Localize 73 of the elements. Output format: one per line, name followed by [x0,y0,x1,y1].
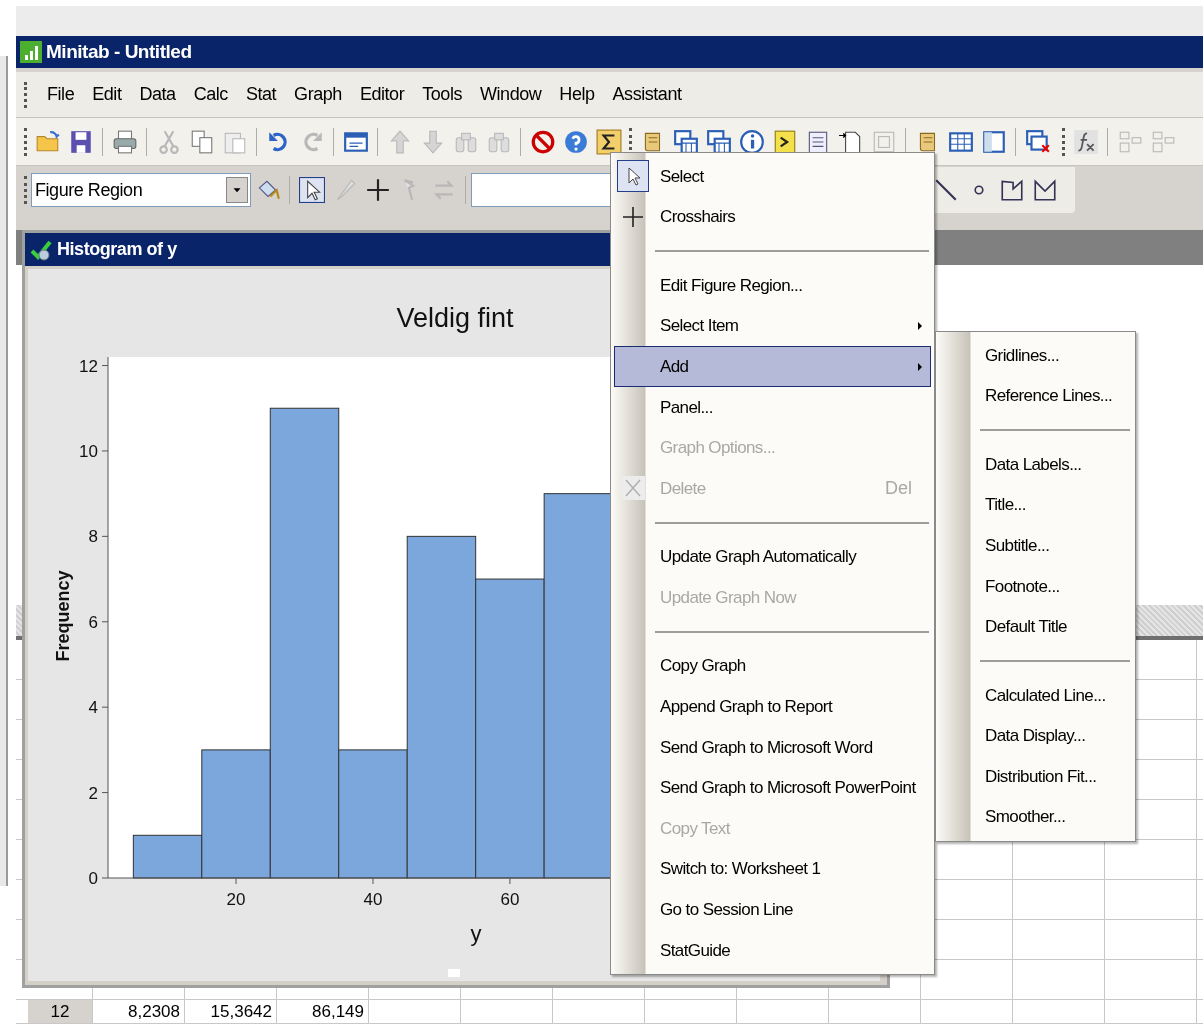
chart-title: Veldig fint [396,303,514,333]
menu-item[interactable]: Data Display... [939,715,1132,757]
menu-item[interactable]: StatGuide [614,930,931,971]
help-icon[interactable] [562,128,589,155]
menu-item[interactable]: Append Graph to Report [614,686,931,728]
menu-item[interactable]: Update Graph Automatically [614,536,931,578]
menu-item[interactable]: Subtitle... [939,525,1132,566]
sigma-icon[interactable] [595,128,622,155]
menu-item[interactable]: Calculated Line... [939,675,1132,716]
polygon-icon[interactable] [998,177,1025,203]
panel-icon[interactable] [980,128,1007,155]
window-title: Minitab - Untitled [46,39,192,64]
menu-item[interactable]: File [47,81,75,108]
info-icon[interactable] [738,128,765,155]
table-cell: 15,3642 [185,1000,277,1023]
menu-item[interactable]: Copy Graph [614,645,931,687]
axis-tick-label: 60 [500,890,520,909]
menu-item[interactable]: Tools [422,81,462,108]
region-dropdown[interactable]: Figure Region [31,173,251,207]
close-windows-icon[interactable] [1024,128,1051,155]
axis-tick-label: 20 [226,890,246,909]
pointer-icon[interactable] [617,160,649,193]
row-header[interactable]: 12 [28,1000,93,1023]
polygon-icon[interactable] [1031,177,1058,203]
menu-item[interactable]: Edit Figure Region... [614,265,931,306]
axis-tick-label: 6 [88,612,98,632]
graph-window-title: Histogram of y [57,238,177,261]
table-cell: 8,2308 [93,1000,185,1023]
menu-item[interactable]: Default Title [939,606,1132,648]
menu-item[interactable]: Data Labels... [939,444,1132,485]
axis-tick-label: 0 [88,869,98,888]
menu-item[interactable]: Select Item [614,305,931,347]
function-icon[interactable] [1072,128,1099,155]
menu-item[interactable]: Graph [294,81,342,108]
crosshair-icon[interactable] [364,177,391,203]
menu-item[interactable]: Reference Lines... [939,375,1132,417]
menu-item[interactable]: Send Graph to Microsoft PowerPoint [614,767,931,809]
resize-handle[interactable] [448,969,460,977]
menu-item[interactable]: Distribution Fit... [939,756,1132,797]
axis-tick-label: 10 [79,441,98,461]
menu-item[interactable]: Title... [939,484,1132,526]
menu-item[interactable]: Send Graph to Microsoft Word [614,727,931,768]
axis-tick-label: 4 [88,698,98,718]
menu-item[interactable]: Add [614,346,931,387]
menu-item[interactable]: Assistant [612,81,682,108]
menu-item[interactable]: Help [559,81,595,108]
menu-item[interactable]: Editor [359,81,405,108]
app-icon [20,41,42,63]
axis-tick-label: 40 [363,890,383,909]
stop-icon[interactable] [529,128,556,155]
axis-tick-label: 8 [88,527,98,547]
menu-item[interactable]: Gridlines... [939,335,1132,376]
menu-item[interactable]: Crosshairs [614,196,931,238]
y-axis-label: Frequency [53,570,73,662]
shortcut-label: Del [885,476,912,500]
table-cell: 86,149 [277,1000,369,1023]
menu-item[interactable]: Calc [193,81,228,108]
x-axis-label: y [470,921,482,946]
menu-item[interactable]: Select [614,156,931,197]
menu-item[interactable]: Go to Session Line [614,889,931,931]
menu-item[interactable]: Footnote... [939,565,1132,607]
menu-item[interactable]: Window [480,81,542,108]
menu-item[interactable]: Panel... [614,386,931,428]
axis-tick-label: 12 [79,356,98,376]
menu-item[interactable]: Switch to: Worksheet 1 [614,848,931,890]
menu-item[interactable]: Smoother... [939,796,1132,838]
menu-item[interactable]: Stat [245,81,277,108]
menu-item[interactable]: Edit [92,81,122,108]
text-field[interactable] [471,173,611,207]
pointer-icon[interactable] [298,177,325,203]
printer-icon[interactable] [111,128,138,155]
menu-item[interactable]: Data [139,81,176,108]
axis-tick-label: 2 [88,783,98,803]
